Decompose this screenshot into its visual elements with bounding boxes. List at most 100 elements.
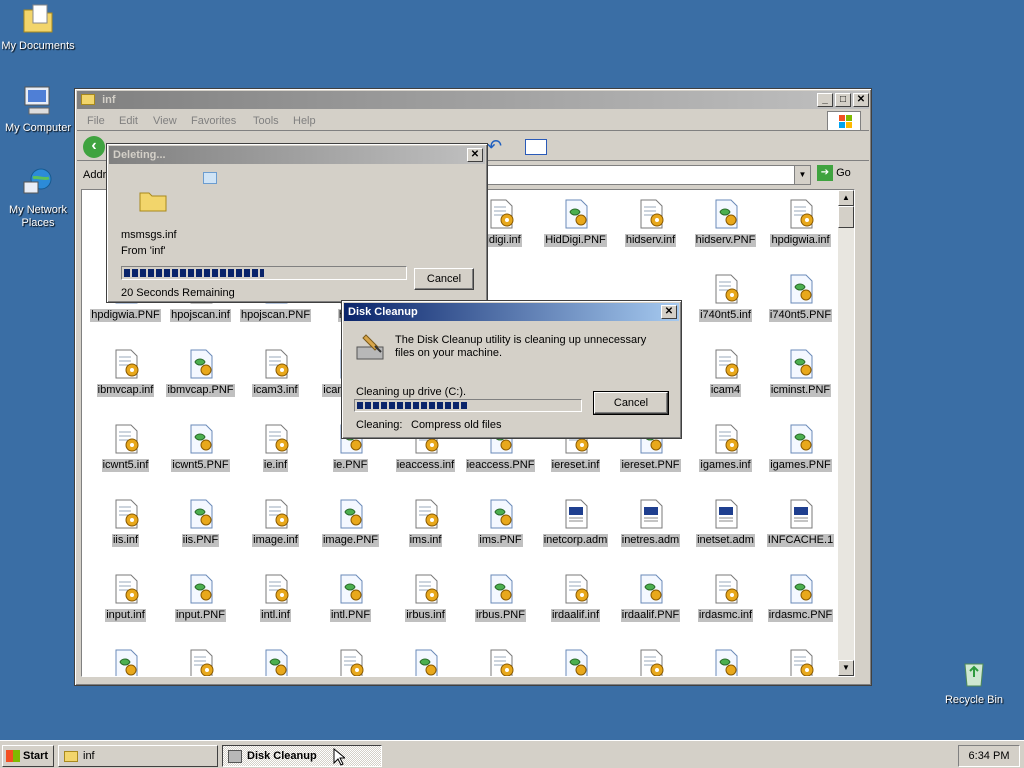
file-item[interactable]: image.inf	[238, 498, 313, 547]
file-item[interactable]: image.PNF	[313, 498, 388, 547]
inf-file-icon	[560, 573, 592, 605]
file-item[interactable]: i740nt5.PNF	[763, 273, 838, 322]
vertical-scrollbar[interactable]: ▲ ▼	[838, 190, 854, 676]
go-button[interactable]: ➔ Go	[817, 165, 861, 185]
system-tray-clock[interactable]: 6:34 PM	[958, 745, 1020, 767]
file-name: image.PNF	[321, 534, 380, 547]
file-item[interactable]: hidserv.PNF	[688, 198, 763, 247]
file-item[interactable]: iis.inf	[88, 498, 163, 547]
close-button[interactable]: ✕	[467, 148, 483, 162]
recycle-bin-icon	[957, 656, 991, 690]
file-item[interactable]	[613, 648, 688, 676]
file-item[interactable]: hpdigwia.inf	[763, 198, 838, 247]
menu-edit[interactable]: Edit	[119, 115, 138, 127]
file-item[interactable]: irdasmc.inf	[688, 573, 763, 622]
taskbar-button-inf[interactable]: inf	[58, 745, 218, 767]
chevron-down-icon[interactable]: ▼	[794, 166, 810, 184]
file-item[interactable]	[313, 648, 388, 676]
file-item[interactable]: igames.inf	[688, 423, 763, 472]
inf-file-icon	[260, 423, 292, 455]
file-item[interactable]: input.PNF	[163, 573, 238, 622]
cancel-button[interactable]: Cancel	[593, 391, 669, 415]
start-button[interactable]: Start	[2, 745, 54, 767]
pnf-file-icon	[785, 648, 817, 676]
file-item[interactable]	[463, 648, 538, 676]
file-item[interactable]: icwnt5.inf	[88, 423, 163, 472]
file-item[interactable]: inetset.adm	[688, 498, 763, 547]
back-icon[interactable]: ‹	[83, 136, 105, 158]
file-item[interactable]: ims.inf	[388, 498, 463, 547]
deleting-titlebar[interactable]: Deleting... ✕	[109, 146, 485, 164]
taskbar-button-disk-cleanup[interactable]: Disk Cleanup	[222, 745, 382, 767]
file-item[interactable]: intl.PNF	[313, 573, 388, 622]
menu-view[interactable]: View	[153, 115, 177, 127]
pnf-file-icon	[335, 648, 367, 676]
file-name: i740nt5.PNF	[768, 309, 833, 322]
file-name: ibmvcap.PNF	[166, 384, 235, 397]
inf-file-icon	[410, 498, 442, 530]
file-item[interactable]	[688, 648, 763, 676]
file-item[interactable]: INFCACHE.1	[763, 498, 838, 547]
file-name: ieaccess.inf	[395, 459, 456, 472]
file-name: intl.inf	[260, 609, 291, 622]
file-name: hpojscan.inf	[170, 309, 231, 322]
windows-flag-icon	[6, 750, 20, 762]
scroll-up-icon[interactable]: ▲	[838, 190, 854, 206]
file-item[interactable]: irdaalif.inf	[538, 573, 613, 622]
scroll-down-icon[interactable]: ▼	[838, 660, 854, 676]
file-item[interactable]: irbus.inf	[388, 573, 463, 622]
file-item[interactable]: igames.PNF	[763, 423, 838, 472]
file-item[interactable]: ibmvcap.PNF	[163, 348, 238, 397]
inf-file-icon	[410, 648, 442, 676]
desktop-icon-label: My Network Places	[8, 204, 68, 229]
file-name: igames.inf	[699, 459, 752, 472]
menu-tools[interactable]: Tools	[253, 115, 279, 127]
file-item[interactable]: irdasmc.PNF	[763, 573, 838, 622]
file-item[interactable]	[388, 648, 463, 676]
maximize-button[interactable]: □	[835, 93, 851, 107]
file-item[interactable]: ibmvcap.inf	[88, 348, 163, 397]
scroll-thumb[interactable]	[838, 206, 854, 228]
file-name: hpdigwia.PNF	[90, 309, 161, 322]
file-item[interactable]: HidDigi.PNF	[538, 198, 613, 247]
file-item[interactable]: hidserv.inf	[613, 198, 688, 247]
file-item[interactable]: icwnt5.PNF	[163, 423, 238, 472]
file-item[interactable]	[88, 648, 163, 676]
file-item[interactable]	[763, 648, 838, 676]
file-item[interactable]: inetcorp.adm	[538, 498, 613, 547]
folder-small-icon	[64, 751, 78, 762]
desktop-icon-recycle-bin[interactable]: Recycle Bin	[936, 656, 1012, 707]
desktop-icon-my-documents[interactable]: My Documents	[0, 2, 76, 53]
file-item[interactable]: irdaalif.PNF	[613, 573, 688, 622]
menu-favorites[interactable]: Favorites	[191, 115, 236, 127]
cancel-button[interactable]: Cancel	[414, 268, 474, 290]
file-item[interactable]: icam3.inf	[238, 348, 313, 397]
file-item[interactable]: ie.inf	[238, 423, 313, 472]
file-item[interactable]: i740nt5.inf	[688, 273, 763, 322]
file-item[interactable]: icminst.PNF	[763, 348, 838, 397]
undo-icon[interactable]: ↶	[487, 137, 507, 157]
menu-help[interactable]: Help	[293, 115, 316, 127]
inf-file-icon	[260, 348, 292, 380]
minimize-button[interactable]: _	[817, 93, 833, 107]
desktop-icon-my-network-places[interactable]: My Network Places	[0, 166, 76, 230]
file-item[interactable]: inetres.adm	[613, 498, 688, 547]
file-name: irdaalif.PNF	[620, 609, 681, 622]
close-button[interactable]: ✕	[853, 93, 869, 107]
file-item[interactable]	[538, 648, 613, 676]
desktop-icon-my-computer[interactable]: My Computer	[0, 84, 76, 135]
disk-cleanup-titlebar[interactable]: Disk Cleanup ✕	[344, 303, 679, 321]
file-item[interactable]: ims.PNF	[463, 498, 538, 547]
file-item[interactable]: input.inf	[88, 573, 163, 622]
file-item[interactable]	[163, 648, 238, 676]
file-item[interactable]: irbus.PNF	[463, 573, 538, 622]
file-item[interactable]: intl.inf	[238, 573, 313, 622]
menu-file[interactable]: File	[87, 115, 105, 127]
file-item[interactable]	[238, 648, 313, 676]
file-item[interactable]: iis.PNF	[163, 498, 238, 547]
close-button[interactable]: ✕	[661, 305, 677, 319]
views-icon[interactable]	[525, 139, 547, 155]
file-item[interactable]: icam4	[688, 348, 763, 397]
file-name: ieaccess.PNF	[465, 459, 536, 472]
explorer-titlebar[interactable]: inf _ □ ✕	[77, 91, 869, 109]
